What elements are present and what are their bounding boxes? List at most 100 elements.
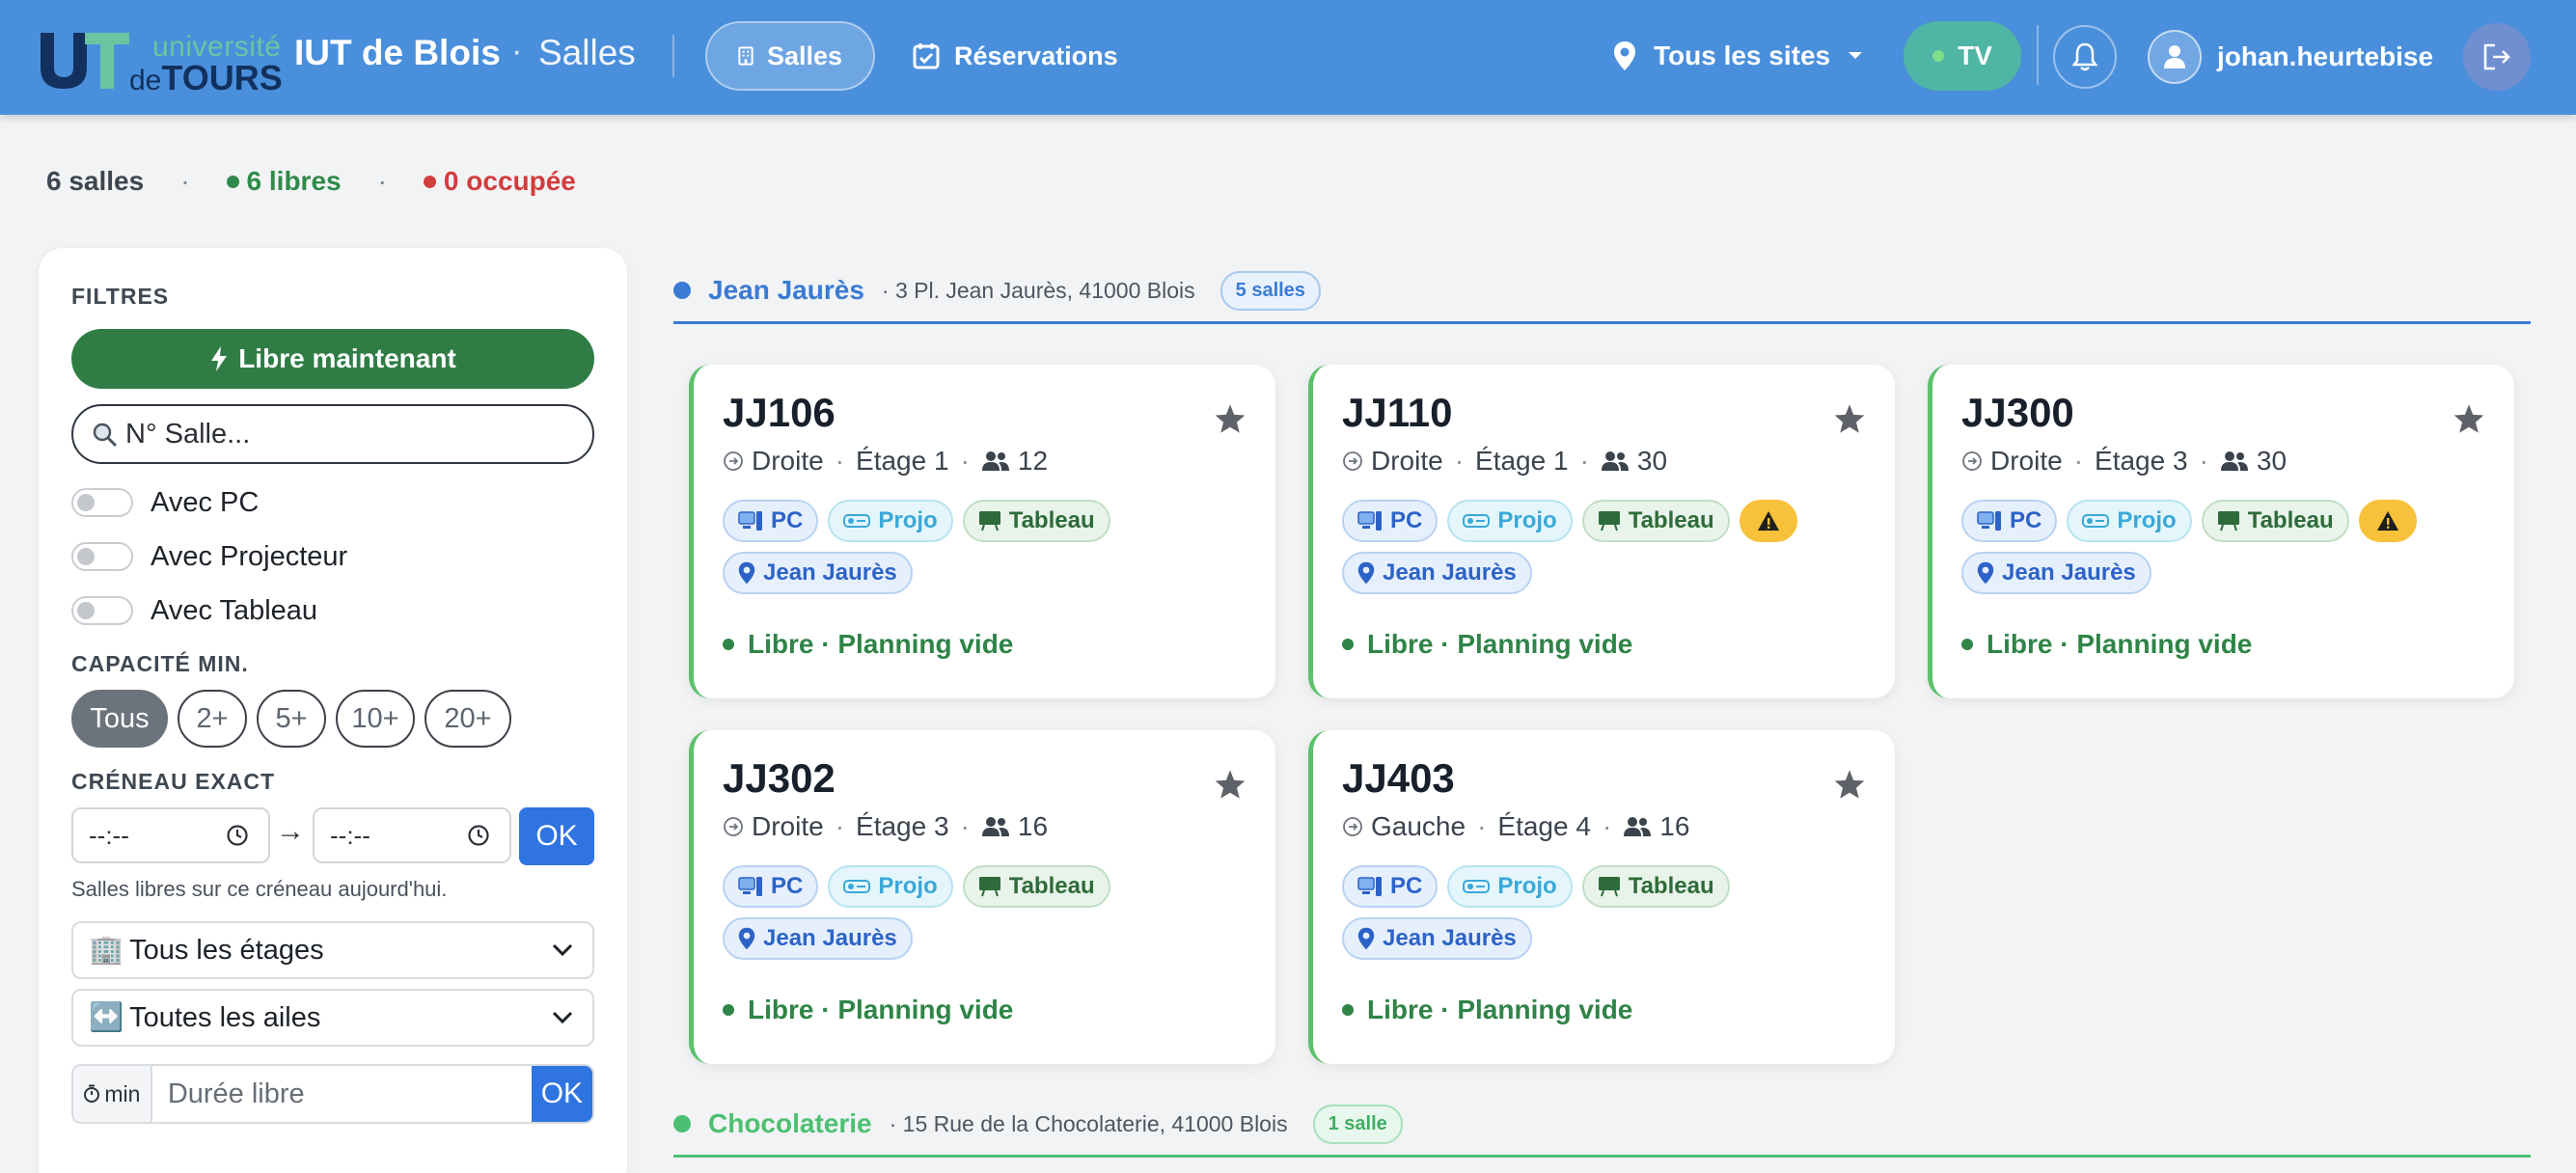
duration-unit-label: min <box>104 1080 141 1106</box>
free-duration-field: min OK <box>71 1064 594 1124</box>
favorite-button[interactable] <box>2453 403 2485 439</box>
nav-reservations-button[interactable]: Réservations <box>881 21 1149 91</box>
free-now-button[interactable]: Libre maintenant <box>71 329 594 389</box>
room-search-input[interactable] <box>125 418 579 450</box>
time-to-input[interactable]: --:-- <box>313 807 511 863</box>
people-icon <box>1601 451 1629 471</box>
duration-ok-button[interactable]: OK <box>531 1066 592 1122</box>
room-floor: Étage 4 <box>1497 811 1591 841</box>
slot-ok-button[interactable]: OK <box>519 807 594 865</box>
favorite-star-icon[interactable] <box>2453 403 2485 434</box>
feature-chip-tableau: Tableau <box>1581 865 1730 908</box>
warning-badge[interactable] <box>1739 500 1797 542</box>
map-pin-icon <box>738 927 755 950</box>
floors-select[interactable]: 🏢 Tous les étages <box>71 921 594 979</box>
direction-icon <box>1962 451 1982 471</box>
favorite-button[interactable] <box>1214 769 1247 805</box>
toggle-board[interactable]: Avec Tableau <box>71 591 317 630</box>
site-chip[interactable]: Jean Jaurès <box>1961 552 2151 594</box>
capacity-option[interactable]: 5+ <box>257 690 326 748</box>
favorite-button[interactable] <box>1214 403 1247 439</box>
toggle-pc[interactable]: Avec PC <box>71 483 259 522</box>
room-card[interactable]: JJ403 Gauche · Étage 4 · 16 PC Projo Tableau Jean… <box>1308 730 1895 1064</box>
status-dot <box>1961 639 1973 650</box>
nav-salles-button[interactable]: Salles <box>705 21 875 91</box>
feature-chip-label: PC <box>771 873 804 899</box>
feature-chip-tableau: Tableau <box>962 500 1110 542</box>
site-select[interactable]: Tous les sites <box>1613 35 1863 77</box>
room-meta: Gauche · Étage 4 · 16 <box>1342 811 1689 842</box>
site-chip-label: Jean Jaurès <box>1383 925 1517 951</box>
busy-dot <box>423 175 436 188</box>
people-icon <box>981 451 1009 471</box>
site-chip[interactable]: Jean Jaurès <box>723 917 913 960</box>
time-from-input[interactable]: --:-- <box>71 807 270 863</box>
tv-status-dot <box>1932 50 1945 62</box>
site-name[interactable]: Jean Jaurès <box>708 275 864 306</box>
direction-icon <box>724 817 743 836</box>
capacity-option[interactable]: Tous <box>71 690 168 748</box>
room-card[interactable]: JJ106 Droite · Étage 1 · 12 PC Projo Tableau Jean… <box>689 365 1275 698</box>
whiteboard-icon <box>978 877 1000 897</box>
busy-count: 0 occupée <box>423 166 576 197</box>
computer-icon <box>738 511 762 531</box>
site-chip[interactable]: Jean Jaurès <box>1342 917 1532 960</box>
top-bar: université deTOURS IUT de Blois · Salles… <box>0 0 2576 115</box>
site-chip[interactable]: Jean Jaurès <box>723 552 913 594</box>
feature-chip-pc: PC <box>723 500 819 542</box>
logout-button[interactable] <box>2463 23 2531 91</box>
site-chip[interactable]: Jean Jaurès <box>1342 552 1532 594</box>
room-card[interactable]: JJ300 Droite · Étage 3 · 30 PC Projo Tableau Jean… <box>1928 365 2514 698</box>
toggle-switch[interactable] <box>71 596 133 625</box>
whiteboard-icon <box>2217 511 2239 532</box>
toggle-switch[interactable] <box>71 542 133 571</box>
room-status-label: Libre · Planning vide <box>748 629 1014 659</box>
room-features: PC Projo Tableau Jean Jaurès <box>723 500 1263 594</box>
site-divider <box>673 1155 2531 1158</box>
room-card[interactable]: JJ110 Droite · Étage 1 · 30 PC Projo Tableau Jean… <box>1308 365 1895 698</box>
tv-mode-button[interactable]: TV <box>1904 21 2021 91</box>
chevron-down-icon <box>552 1011 573 1024</box>
favorite-star-icon[interactable] <box>1214 769 1247 800</box>
user-menu[interactable]: johan.heurtebise <box>2148 27 2433 87</box>
capacity-option[interactable]: 20+ <box>425 690 511 748</box>
favorite-star-icon[interactable] <box>1833 403 1866 434</box>
capacity-option[interactable]: 10+ <box>336 690 415 748</box>
capacity-option[interactable]: 2+ <box>178 690 247 748</box>
feature-chip-tableau: Tableau <box>962 865 1110 908</box>
feature-chip-label: PC <box>2010 507 2042 533</box>
university-logo[interactable]: université deTOURS <box>37 23 283 97</box>
nav-salles-label: Salles <box>766 41 842 70</box>
site-name[interactable]: Chocolaterie <box>708 1108 872 1139</box>
free-duration-input[interactable] <box>151 1066 532 1122</box>
room-search[interactable] <box>71 404 594 464</box>
search-icon <box>93 423 118 448</box>
site-chip-label: Jean Jaurès <box>763 559 897 586</box>
toggle-projector[interactable]: Avec Projecteur <box>71 537 347 576</box>
room-card[interactable]: JJ302 Droite · Étage 3 · 16 PC Projo Tableau Jean… <box>689 730 1275 1064</box>
favorite-star-icon[interactable] <box>1214 403 1247 434</box>
room-summary: 6 salles · 6 libres · 0 occupée <box>46 164 576 199</box>
status-dot <box>1342 639 1354 650</box>
direction-icon <box>724 451 743 471</box>
site-chip-label: Jean Jaurès <box>1383 559 1517 586</box>
room-count: 6 salles <box>46 166 145 196</box>
favorite-star-icon[interactable] <box>1833 769 1866 800</box>
caret-down-icon <box>1849 52 1863 59</box>
app-brand[interactable]: IUT de Blois <box>294 33 501 73</box>
favorite-button[interactable] <box>1833 769 1866 805</box>
wings-select[interactable]: ↔️ Toutes les ailes <box>71 989 594 1047</box>
map-pin-icon <box>1357 561 1375 585</box>
toggle-switch[interactable] <box>71 488 133 517</box>
warning-badge[interactable] <box>2358 500 2417 542</box>
toggle-board-label: Avec Tableau <box>151 594 318 626</box>
feature-chip-projo: Projo <box>828 500 953 542</box>
time-from-value: --:-- <box>89 820 129 850</box>
notifications-button[interactable] <box>2053 25 2117 89</box>
logo-de: de <box>129 65 162 96</box>
meta-separator: · <box>1477 811 1487 841</box>
favorite-button[interactable] <box>1833 403 1866 439</box>
room-name: JJ302 <box>723 755 836 801</box>
room-features: PC Projo Tableau Jean Jaurès <box>1961 500 2502 594</box>
time-range-arrow: → <box>276 815 305 847</box>
